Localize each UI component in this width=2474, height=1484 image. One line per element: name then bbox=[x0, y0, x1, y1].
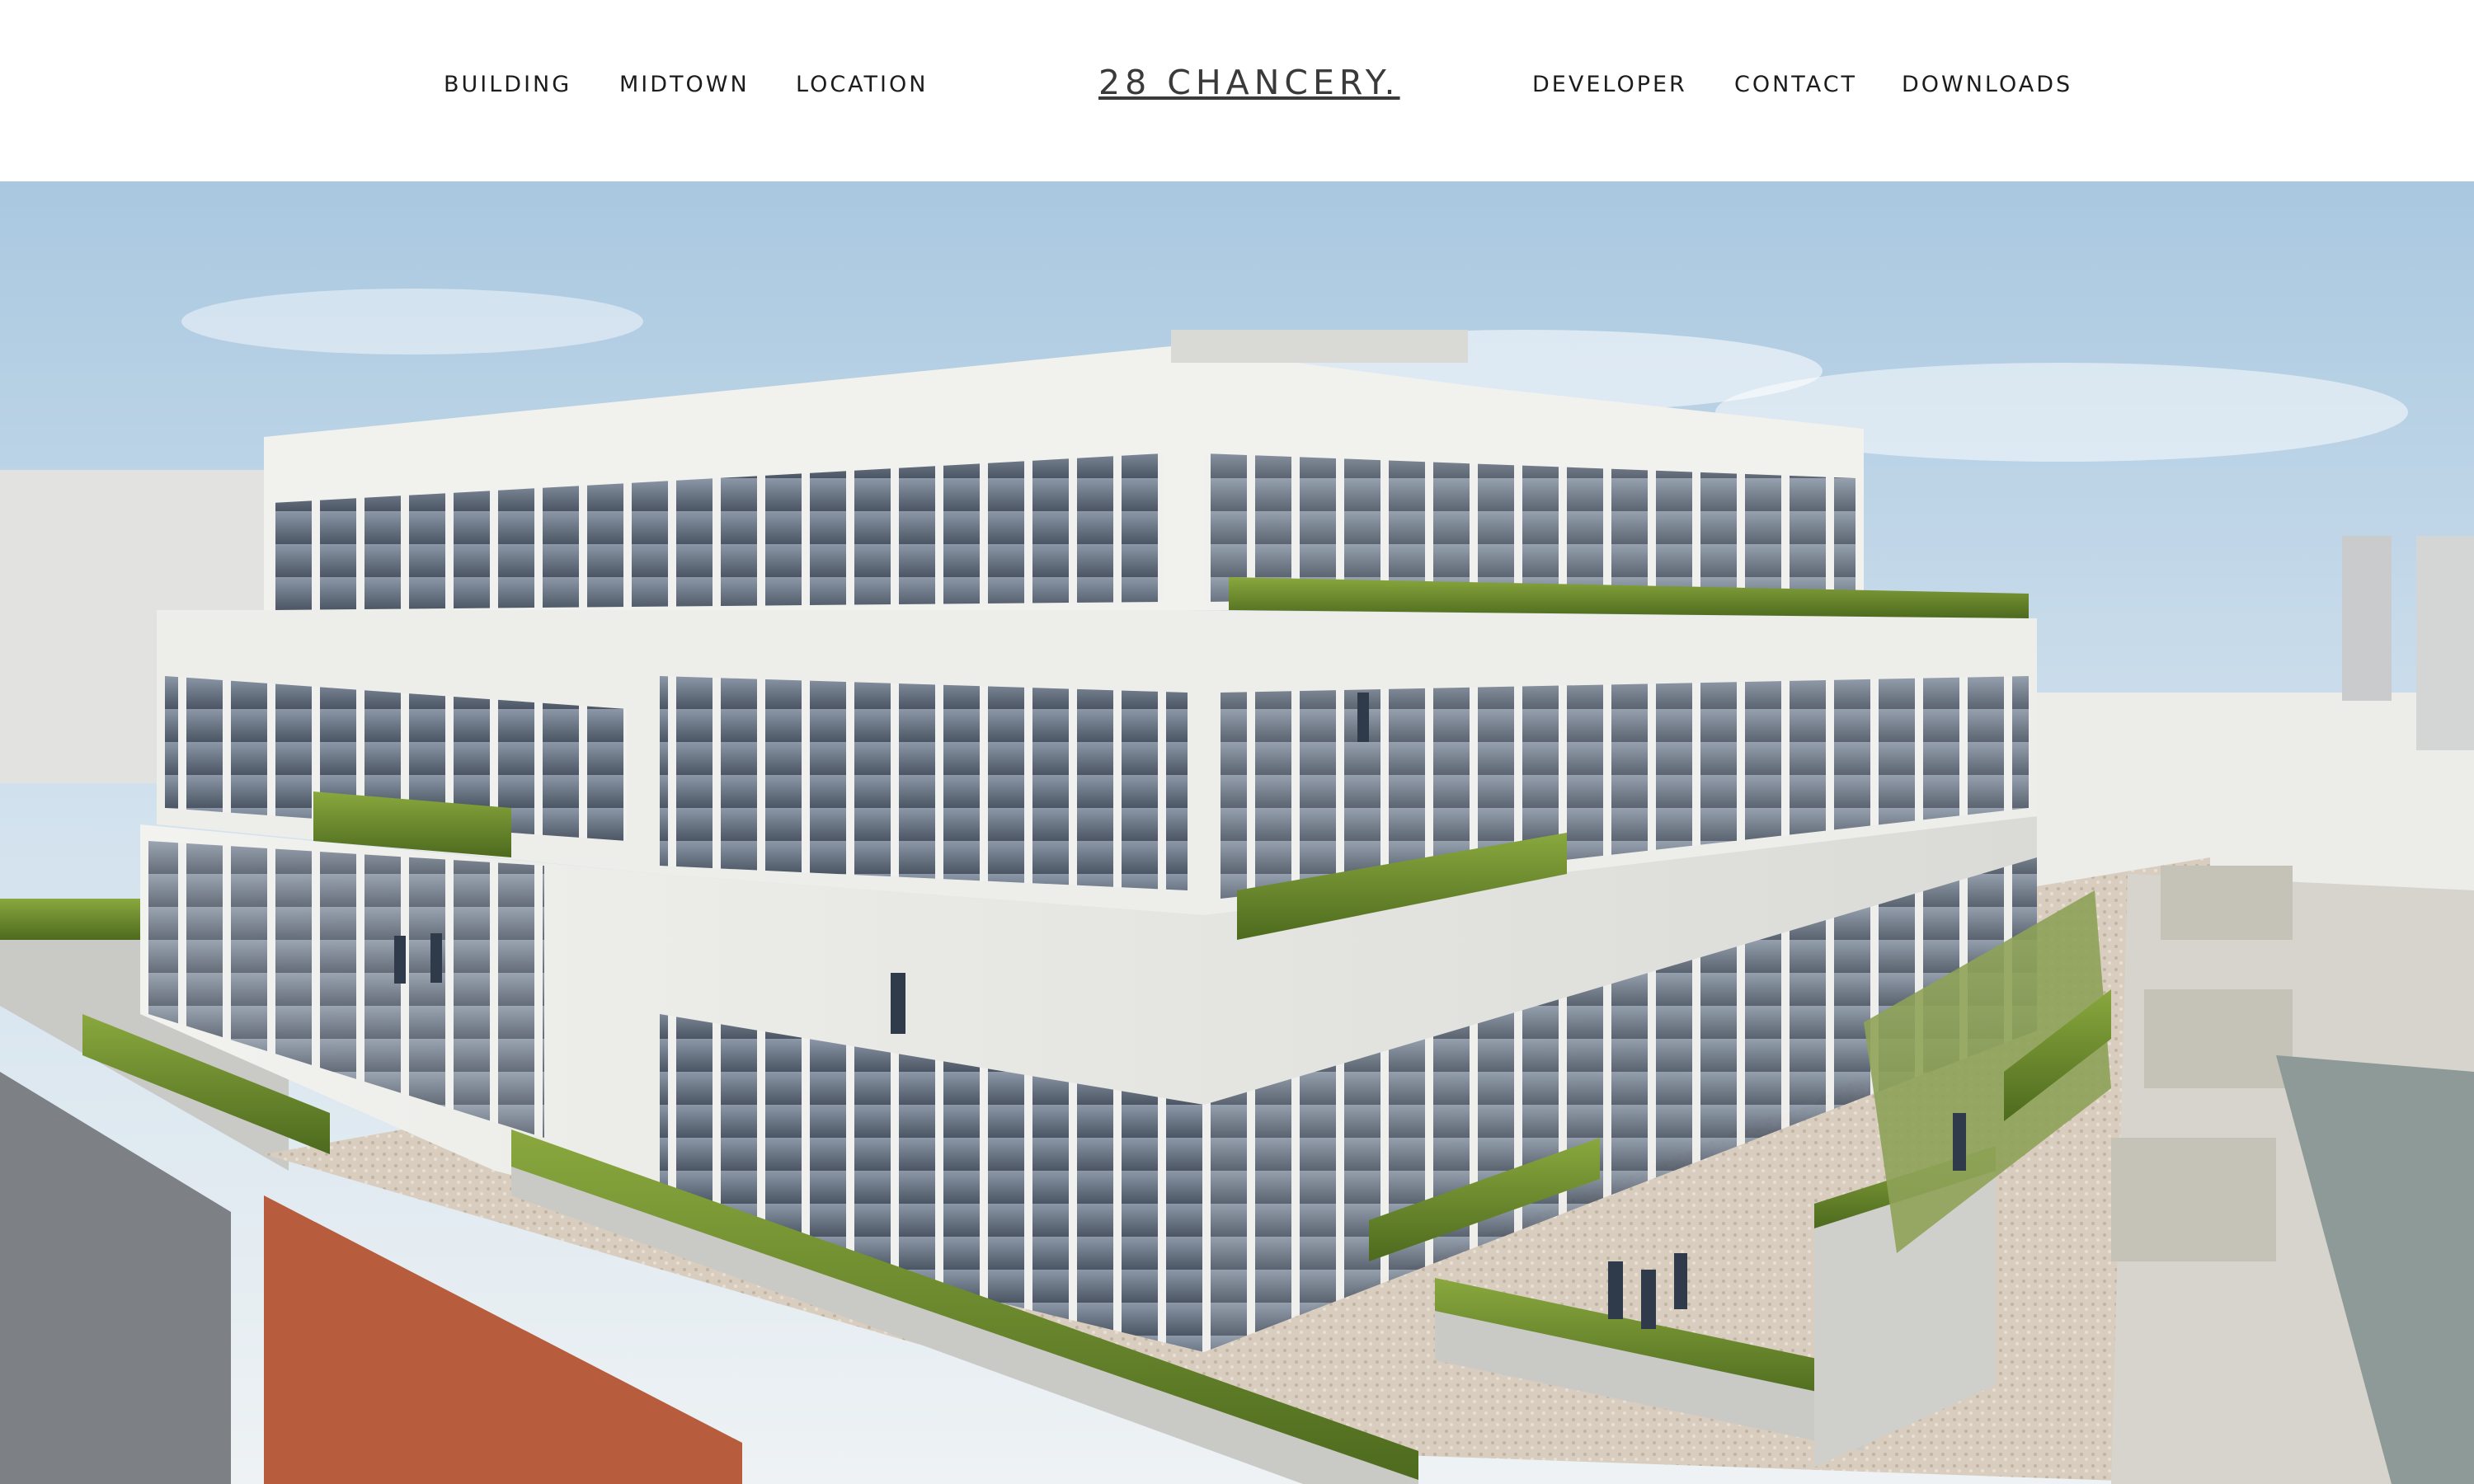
nav-midtown[interactable]: MIDTOWN bbox=[619, 71, 750, 99]
nav-location[interactable]: LOCATION bbox=[796, 71, 928, 99]
site-header: BUILDING MIDTOWN LOCATION 28 CHANCERY. D… bbox=[0, 0, 2474, 181]
hero-image bbox=[0, 181, 2474, 1484]
site-logo[interactable]: 28 CHANCERY. bbox=[1098, 59, 1400, 106]
nav-developer[interactable]: DEVELOPER bbox=[1532, 71, 1687, 99]
nav-downloads[interactable]: DOWNLOADS bbox=[1902, 71, 2072, 99]
building-rendering bbox=[0, 181, 2474, 1484]
nav-contact[interactable]: CONTACT bbox=[1734, 71, 1857, 99]
nav-building[interactable]: BUILDING bbox=[444, 71, 571, 99]
